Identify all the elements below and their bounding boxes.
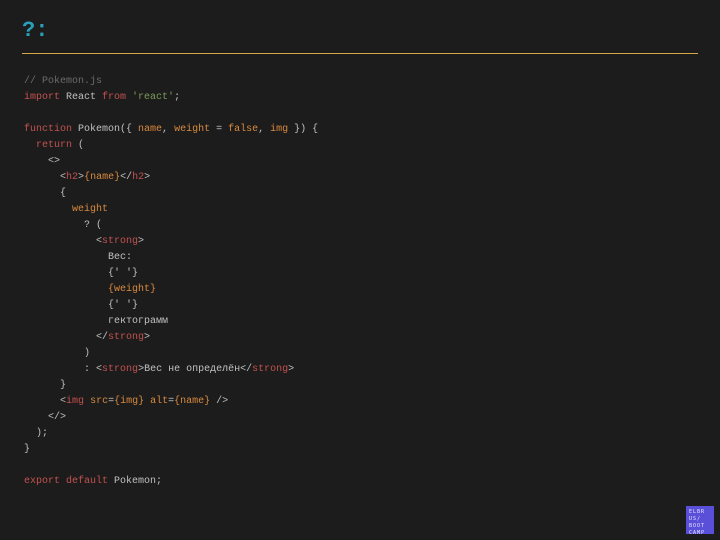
kw-default: default [66,476,108,487]
kw-import: import [24,92,60,103]
slide-header: ?: [0,0,720,53]
bootcamp-badge: ELBR US/ BOOT CAMP [686,506,714,534]
function-name: Pokemon({ [72,124,138,135]
kw-function: function [24,124,72,135]
code-comment: // Pokemon.js [24,76,102,87]
jsx-tag-img: img [66,396,84,407]
kw-return: return [36,140,72,151]
jsx-tag-h2: h2 [66,172,78,183]
slide-title: ?: [22,18,720,43]
string-literal: 'react' [126,92,174,103]
code-block: // Pokemon.js import React from 'react';… [0,54,720,490]
kw-from: from [102,92,126,103]
jsx-tag-strong: strong [102,236,138,247]
bool-false: false [228,124,258,135]
kw-export: export [24,476,60,487]
